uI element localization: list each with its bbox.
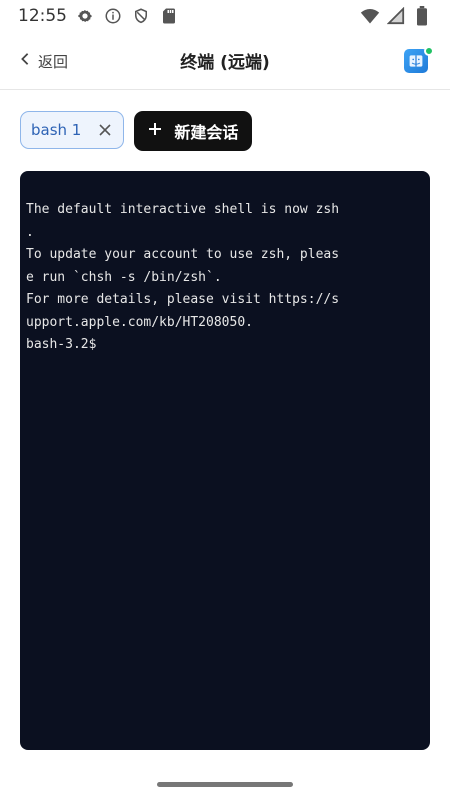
screen: 12:55 返回 终端 (远端) bash 1 新建会话 The default… [0, 0, 450, 800]
wifi-icon [360, 6, 380, 26]
info-icon [103, 6, 123, 26]
back-button[interactable]: 返回 [20, 48, 68, 74]
cell-signal-icon [386, 6, 406, 26]
terminal-line: For more details, please visit https://s [26, 292, 340, 307]
session-tab-bash-1[interactable]: bash 1 [20, 111, 125, 149]
terminal-line: e run `chsh -s /bin/zsh`. [26, 269, 222, 285]
status-icons-right [360, 6, 432, 26]
terminal-output[interactable]: The default interactive shell is now zsh… [20, 171, 430, 750]
shield-icon [131, 6, 151, 26]
session-tab-label: bash 1 [31, 121, 82, 139]
plus-icon [148, 122, 162, 141]
close-icon[interactable] [97, 122, 113, 138]
gear-icon [75, 6, 95, 26]
terminal-prompt: bash-3.2$ [26, 337, 97, 352]
new-session-label: 新建会话 [174, 125, 239, 142]
terminal-line: . [26, 224, 34, 240]
chevron-left-icon [20, 52, 30, 70]
app-avatar[interactable] [404, 46, 434, 73]
terminal-line: upport.apple.com/kb/HT208050. [26, 314, 253, 330]
session-bar: bash 1 新建会话 [20, 111, 253, 151]
status-time: 12:55 [18, 6, 67, 26]
page-title: 终端 (远端) [180, 53, 270, 73]
new-session-button[interactable]: 新建会话 [134, 111, 253, 151]
online-status-dot [424, 46, 434, 56]
terminal-line: The default interactive shell is now zsh [26, 202, 340, 217]
app-header: 返回 终端 (远端) [0, 32, 450, 90]
back-label: 返回 [38, 52, 69, 71]
gesture-bar[interactable] [157, 782, 293, 787]
sd-card-icon [159, 6, 179, 26]
battery-icon [412, 6, 432, 26]
status-icons-left [75, 6, 179, 26]
terminal-line: To update your account to use zsh, pleas [26, 247, 340, 262]
status-bar: 12:55 [0, 0, 450, 32]
